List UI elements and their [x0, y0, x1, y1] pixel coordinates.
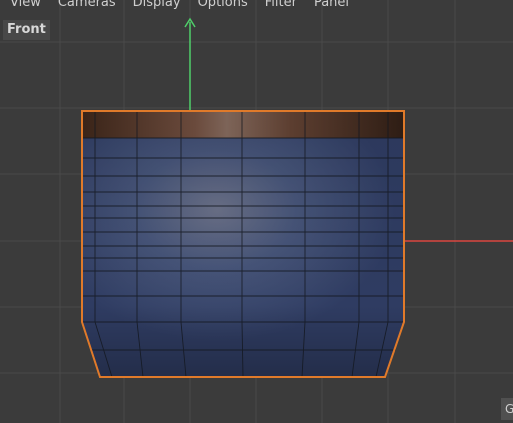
menu-cameras[interactable]: Cameras	[58, 0, 116, 11]
viewport-menu-bar: View Cameras Display Options Filter Pane…	[0, 0, 513, 11]
corner-label: G	[501, 398, 513, 420]
viewport-canvas[interactable]	[0, 0, 513, 423]
menu-display[interactable]: Display	[133, 0, 181, 11]
menu-panel[interactable]: Panel	[314, 0, 349, 11]
view-name-label[interactable]: Front	[3, 20, 50, 40]
selected-mesh-object[interactable]	[81, 110, 405, 378]
menu-filter[interactable]: Filter	[265, 0, 297, 11]
3d-viewport[interactable]: View Cameras Display Options Filter Pane…	[0, 0, 513, 423]
menu-options[interactable]: Options	[198, 0, 248, 11]
menu-view[interactable]: View	[10, 0, 41, 11]
